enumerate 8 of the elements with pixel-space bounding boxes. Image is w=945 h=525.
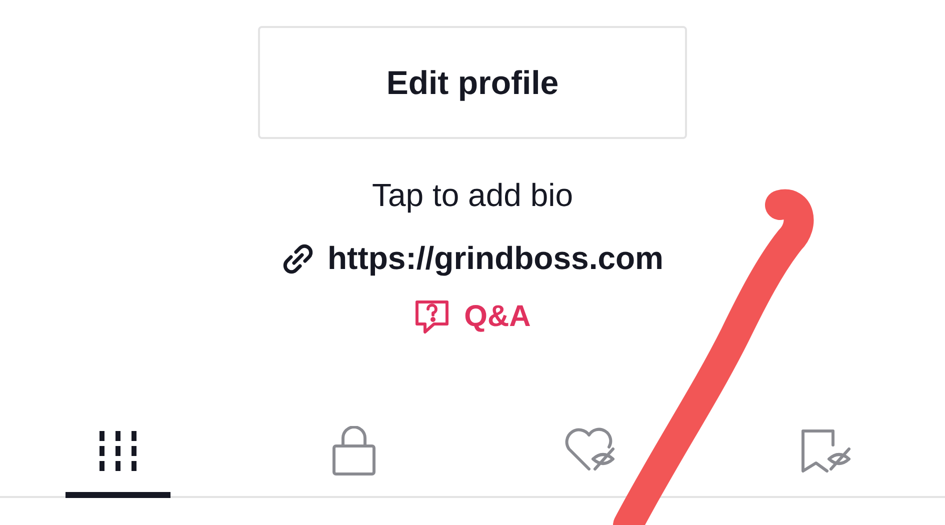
edit-profile-button[interactable]: Edit profile [258, 26, 687, 139]
link-icon [282, 242, 314, 274]
qa-button[interactable]: Q&A [414, 299, 531, 335]
question-bubble-icon [414, 299, 450, 335]
lock-icon [331, 426, 378, 476]
grid-icon [98, 429, 138, 473]
bio-placeholder[interactable]: Tap to add bio [372, 177, 574, 214]
website-link[interactable]: https://grindboss.com [328, 240, 664, 277]
